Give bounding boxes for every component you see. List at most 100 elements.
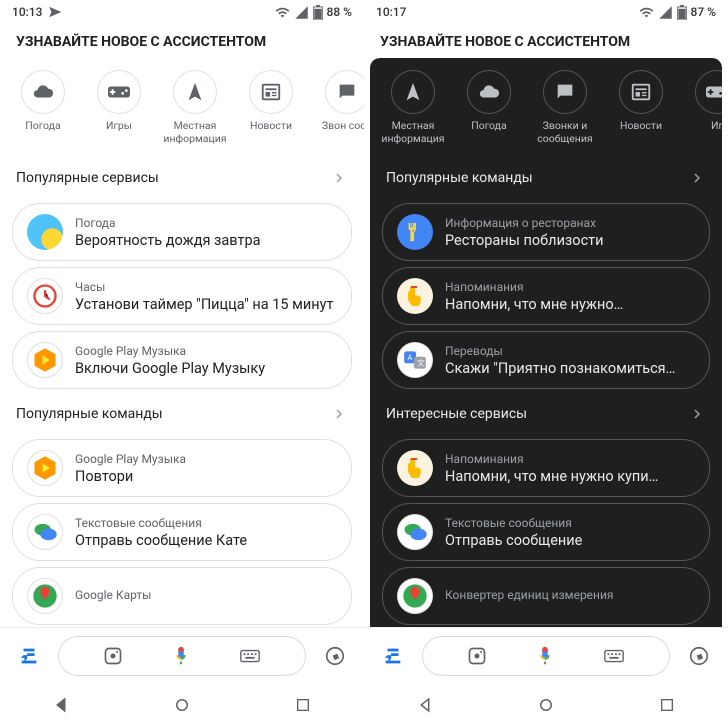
android-nav bbox=[364, 683, 728, 727]
section-header-2[interactable]: Популярные команды bbox=[0, 395, 364, 433]
section-header-1[interactable]: Популярные сервисы bbox=[0, 159, 364, 197]
lens-icon[interactable] bbox=[467, 646, 487, 666]
card-title: Повтори bbox=[75, 468, 337, 485]
category-chip-cloud[interactable]: Погода bbox=[454, 70, 524, 145]
suggestion-card[interactable]: Конвертер единиц измерения bbox=[382, 567, 710, 625]
suggestion-card[interactable]: Текстовые сообщенияОтправь сообщение Кат… bbox=[12, 503, 352, 561]
category-chip-news[interactable]: Новости bbox=[606, 70, 676, 145]
category-chip-chat[interactable]: Звон сооб bbox=[312, 70, 364, 145]
status-battery: 88 % bbox=[327, 5, 352, 19]
suggestion-card[interactable]: Google Карты bbox=[12, 567, 352, 625]
chevron-right-icon bbox=[330, 169, 348, 187]
status-time: 10:17 bbox=[376, 5, 406, 19]
card-title: Отправь сообщение bbox=[445, 532, 695, 549]
content: Погода Игры Местная информация Новости Звон … bbox=[0, 58, 364, 627]
content: Местная информацияПогодаЗвонки и сообщен… bbox=[370, 58, 722, 627]
card-subtitle: Google Play Музыка bbox=[75, 344, 337, 358]
updates-icon[interactable] bbox=[18, 645, 40, 667]
svg-text:文: 文 bbox=[417, 358, 425, 368]
suggestion-card[interactable]: НапоминанияНапомни, что мне нужно… bbox=[382, 267, 710, 325]
category-chip-nav[interactable]: Местная информация bbox=[160, 70, 230, 145]
signal-icon bbox=[658, 5, 673, 20]
card-subtitle: Погода bbox=[75, 216, 337, 230]
suggestion-card[interactable]: Напоминания Напомни, что мне нужно купи… bbox=[382, 439, 710, 497]
section-header-1[interactable]: Популярные команды bbox=[370, 159, 722, 197]
signal-icon bbox=[294, 5, 309, 20]
card-badge: A文 bbox=[397, 342, 433, 378]
phone-left: 10:13 88 % УЗНАВАЙТЕ НОВОЕ С АССИСТЕНТОМ… bbox=[0, 0, 364, 727]
chip-label: Новости bbox=[620, 120, 662, 133]
nav-recent[interactable] bbox=[273, 697, 333, 713]
chip-label: Новости bbox=[250, 120, 292, 133]
suggestion-card[interactable]: Информация о ресторанахРестораны поблизо… bbox=[382, 203, 710, 261]
nav-home[interactable] bbox=[152, 696, 212, 714]
card-subtitle: Напоминания bbox=[445, 452, 695, 466]
chip-label: Местная информация bbox=[378, 120, 448, 145]
battery-icon bbox=[677, 5, 687, 20]
chip-label: Погода bbox=[25, 120, 60, 133]
card-badge bbox=[27, 578, 63, 614]
search-pill[interactable] bbox=[422, 636, 670, 676]
card-subtitle: Напоминания bbox=[445, 280, 695, 294]
card-subtitle: Переводы bbox=[445, 344, 695, 358]
card-subtitle: Часы bbox=[75, 280, 337, 294]
category-chip-cloud[interactable]: Погода bbox=[8, 70, 78, 145]
wifi-icon bbox=[275, 5, 290, 20]
category-chip-nav[interactable]: Местная информация bbox=[378, 70, 448, 145]
chevron-right-icon bbox=[688, 169, 706, 187]
card-badge bbox=[397, 578, 433, 614]
lens-icon[interactable] bbox=[103, 646, 123, 666]
suggestion-card[interactable]: Погода Вероятность дождя завтра bbox=[12, 203, 352, 261]
section-title: Популярные команды bbox=[16, 406, 330, 422]
news-icon bbox=[619, 70, 663, 114]
suggestion-card[interactable]: Часы Установи таймер "Пицца" на 15 минут bbox=[12, 267, 352, 325]
keyboard-icon[interactable] bbox=[603, 645, 625, 667]
wifi-icon bbox=[639, 5, 654, 20]
category-chip-chat[interactable]: Звонки и сообщения bbox=[530, 70, 600, 145]
mic-icon[interactable] bbox=[534, 645, 556, 667]
nav-icon bbox=[391, 70, 435, 114]
card-subtitle: Google Play Музыка bbox=[75, 452, 337, 466]
keyboard-icon[interactable] bbox=[239, 645, 261, 667]
status-time: 10:13 bbox=[12, 5, 42, 19]
nav-home[interactable] bbox=[516, 696, 576, 714]
mic-icon[interactable] bbox=[170, 645, 192, 667]
status-battery: 87 % bbox=[691, 5, 716, 19]
suggestion-card[interactable]: A文ПереводыСкажи "Приятно познакомиться… bbox=[382, 331, 710, 389]
category-chip-gamepad[interactable]: Игры bbox=[84, 70, 154, 145]
card-title: Установи таймер "Пицца" на 15 минут bbox=[75, 296, 337, 313]
section-title: Интересные сервисы bbox=[386, 406, 688, 422]
gamepad-icon bbox=[97, 70, 141, 114]
explore-icon[interactable] bbox=[688, 645, 710, 667]
chip-label: Местная информация bbox=[160, 120, 230, 145]
card-subtitle: Текстовые сообщения bbox=[75, 516, 337, 530]
card-title: Вероятность дождя завтра bbox=[75, 232, 337, 249]
nav-icon bbox=[173, 70, 217, 114]
card-badge bbox=[397, 514, 433, 550]
nav-back[interactable] bbox=[395, 696, 455, 714]
category-chip-news[interactable]: Новости bbox=[236, 70, 306, 145]
search-pill[interactable] bbox=[58, 636, 306, 676]
suggestion-card[interactable]: Текстовые сообщенияОтправь сообщение bbox=[382, 503, 710, 561]
battery-icon bbox=[313, 5, 323, 20]
card-badge bbox=[27, 342, 63, 378]
card-subtitle: Google Карты bbox=[75, 588, 337, 602]
nav-back[interactable] bbox=[31, 696, 91, 714]
nav-recent[interactable] bbox=[637, 697, 697, 713]
bottom-bar bbox=[364, 627, 728, 683]
chip-label: Звонки и сообщения bbox=[530, 120, 600, 145]
bottom-bar bbox=[0, 627, 364, 683]
android-nav bbox=[0, 683, 364, 727]
suggestion-card[interactable]: Google Play Музыка Повтори bbox=[12, 439, 352, 497]
category-chip-gamepad[interactable]: Иг bbox=[682, 70, 722, 145]
chat-icon bbox=[543, 70, 587, 114]
svg-text:A: A bbox=[407, 353, 412, 362]
suggestion-card[interactable]: Google Play Музыка Включи Google Play Муз… bbox=[12, 331, 352, 389]
card-title: Включи Google Play Музыку bbox=[75, 360, 337, 377]
section-header-2[interactable]: Интересные сервисы bbox=[370, 395, 722, 433]
explore-icon[interactable] bbox=[324, 645, 346, 667]
chip-label: Игры bbox=[106, 120, 132, 133]
updates-icon[interactable] bbox=[382, 645, 404, 667]
cloud-icon bbox=[21, 70, 65, 114]
card-title: Напомни, что мне нужно купи… bbox=[445, 468, 695, 485]
